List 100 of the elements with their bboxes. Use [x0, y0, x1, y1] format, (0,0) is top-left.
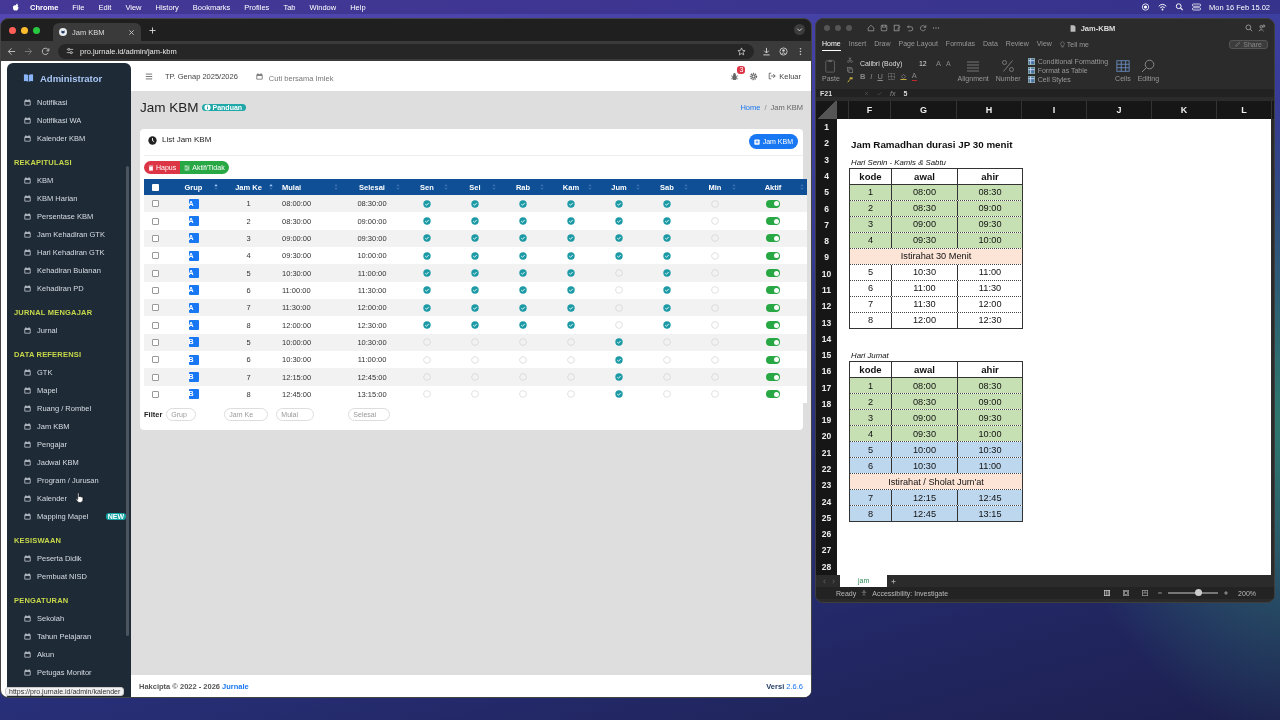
check-circle-icon[interactable] — [615, 338, 623, 347]
check-circle-icon[interactable] — [423, 303, 431, 312]
row-header[interactable]: 18 — [816, 395, 837, 413]
check-circle-icon[interactable] — [663, 321, 671, 330]
row-header[interactable]: 28 — [816, 558, 837, 575]
copy-icon[interactable] — [846, 67, 853, 73]
next-sheet-icon[interactable] — [831, 578, 836, 584]
toggle-switch[interactable] — [766, 303, 780, 312]
tab-search-icon[interactable] — [794, 24, 805, 35]
toggle-switch[interactable] — [766, 251, 780, 260]
toggle-switch[interactable] — [766, 234, 780, 243]
menu-icon[interactable] — [145, 72, 153, 80]
row-header[interactable]: 9 — [816, 249, 837, 266]
check-circle-icon[interactable] — [615, 234, 623, 243]
row-checkbox[interactable] — [151, 390, 159, 398]
check-circle-icon[interactable] — [567, 269, 575, 278]
row-header[interactable]: 15 — [816, 346, 837, 364]
reload-icon[interactable] — [41, 46, 50, 56]
zoom-out-icon[interactable] — [1157, 590, 1164, 596]
check-circle-icon[interactable] — [519, 217, 527, 225]
check-circle-icon[interactable] — [519, 234, 527, 243]
cancel-icon[interactable] — [864, 90, 869, 96]
check-circle-icon[interactable] — [471, 199, 479, 208]
check-circle-icon[interactable] — [567, 251, 575, 260]
save-icon[interactable] — [880, 24, 888, 32]
check-circle-icon[interactable] — [567, 286, 575, 295]
row-header[interactable]: 1 — [816, 119, 837, 136]
row-header[interactable]: 14 — [816, 330, 837, 347]
check-circle-icon[interactable] — [519, 321, 527, 330]
check-circle-icon[interactable] — [567, 303, 575, 312]
row-header[interactable]: 8 — [816, 232, 837, 250]
download-icon[interactable] — [762, 46, 771, 56]
check-circle-icon[interactable] — [423, 251, 431, 260]
check-circle-icon[interactable] — [471, 217, 479, 225]
check-circle-icon[interactable] — [663, 199, 671, 208]
row-header[interactable]: 24 — [816, 493, 837, 510]
alignment-icon[interactable] — [966, 58, 981, 73]
fill-color-icon[interactable] — [899, 73, 907, 80]
more-icon[interactable] — [932, 24, 940, 32]
home-icon[interactable] — [867, 24, 875, 32]
row-header[interactable]: 21 — [816, 444, 837, 461]
control-center-icon[interactable] — [1192, 3, 1202, 11]
cells-grid-icon[interactable] — [1115, 58, 1130, 73]
check-circle-icon[interactable] — [567, 234, 575, 243]
back-icon[interactable] — [7, 46, 16, 56]
row-header[interactable]: 23 — [816, 477, 837, 494]
row-header[interactable]: 20 — [816, 428, 837, 445]
check-circle-icon[interactable] — [615, 355, 623, 364]
sort-icon[interactable] — [269, 183, 273, 191]
page-layout-icon[interactable] — [1123, 590, 1130, 596]
check-circle-icon[interactable] — [471, 251, 479, 260]
profile-icon[interactable] — [779, 46, 788, 56]
check-circle-icon[interactable] — [519, 269, 527, 278]
check-circle-icon[interactable] — [567, 217, 575, 225]
check-circle-icon[interactable] — [423, 321, 431, 330]
sort-icon[interactable] — [214, 183, 218, 191]
check-circle-icon[interactable] — [423, 269, 431, 278]
check-circle-icon[interactable] — [423, 234, 431, 243]
row-header[interactable]: 3 — [816, 151, 837, 168]
slider-thumb[interactable] — [1194, 589, 1202, 596]
normal-view-icon[interactable] — [1104, 590, 1111, 596]
search-icon[interactable] — [1141, 58, 1156, 73]
row-header[interactable]: 11 — [816, 281, 837, 299]
check-circle-icon[interactable] — [519, 303, 527, 312]
check-circle-icon[interactable] — [663, 303, 671, 312]
row-header[interactable]: 5 — [816, 184, 837, 201]
edit-icon[interactable] — [893, 24, 901, 32]
row-header[interactable]: 16 — [816, 363, 837, 380]
check-circle-icon[interactable] — [663, 286, 671, 295]
search-icon[interactable] — [1175, 3, 1185, 11]
toggle-switch[interactable] — [766, 355, 780, 364]
check-circle-icon[interactable] — [423, 217, 431, 225]
check-circle-icon[interactable] — [567, 321, 575, 330]
check-circle-icon[interactable] — [471, 234, 479, 243]
row-checkbox[interactable] — [151, 338, 159, 346]
zoom-in-icon[interactable] — [1223, 590, 1230, 596]
row-header[interactable]: 10 — [816, 265, 837, 282]
toggle-switch[interactable] — [766, 217, 780, 225]
check-circle-icon[interactable] — [519, 251, 527, 260]
row-header[interactable]: 12 — [816, 298, 837, 315]
clipboard-icon[interactable] — [823, 58, 838, 73]
borders-icon[interactable] — [887, 73, 895, 80]
check-circle-icon[interactable] — [423, 199, 431, 208]
row-header[interactable]: 19 — [816, 412, 837, 429]
search-icon[interactable] — [1245, 24, 1253, 32]
row-checkbox[interactable] — [151, 252, 159, 260]
check-circle-icon[interactable] — [615, 217, 623, 225]
row-checkbox[interactable] — [151, 286, 159, 294]
check-circle-icon[interactable] — [471, 303, 479, 312]
new-tab-icon[interactable] — [149, 26, 156, 34]
check-circle-icon[interactable] — [519, 286, 527, 295]
check-circle-icon[interactable] — [663, 251, 671, 260]
row-header[interactable]: 6 — [816, 200, 837, 217]
check-circle-icon[interactable] — [615, 199, 623, 208]
page-break-icon[interactable] — [1142, 590, 1149, 596]
wifi-icon[interactable] — [1158, 3, 1168, 11]
toggle-switch[interactable] — [766, 390, 780, 399]
settings-icon[interactable] — [749, 71, 759, 81]
redo-icon[interactable] — [919, 24, 927, 32]
forward-icon[interactable] — [24, 46, 33, 56]
